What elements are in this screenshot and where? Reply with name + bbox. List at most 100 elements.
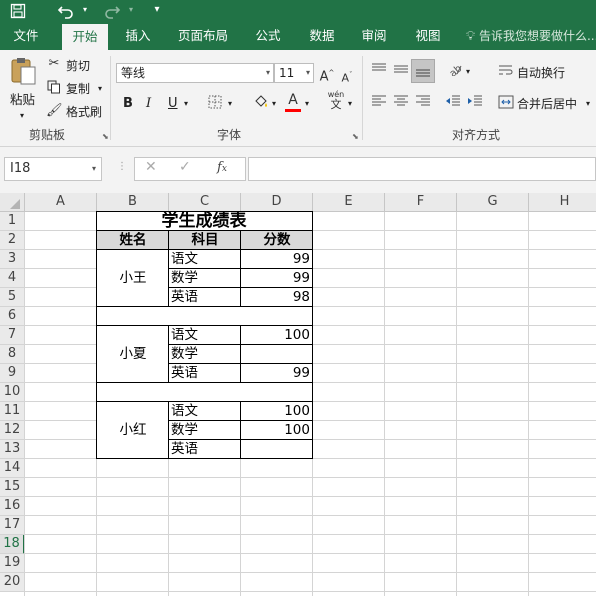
tab-insert[interactable]: 插入 [116,22,160,50]
borders-icon[interactable] [207,95,223,114]
row-header[interactable]: 15 [0,478,25,497]
cancel-icon[interactable]: ✕ [145,159,157,175]
select-all-corner[interactable] [0,193,25,212]
column-header[interactable]: H [529,193,596,212]
tab-view[interactable]: 视图 [406,22,450,50]
subject-cell[interactable]: 语文 [171,326,241,345]
subject-cell[interactable]: 语文 [171,402,241,421]
wrap-text-button[interactable]: 自动换行 [517,65,565,81]
row-header[interactable]: 3 [0,250,25,269]
row-header[interactable]: 14 [0,459,25,478]
copy-button[interactable]: 复制 [66,81,90,97]
score-cell[interactable] [241,345,312,364]
column-header[interactable]: G [457,193,529,212]
formula-input[interactable] [248,157,596,181]
score-cell[interactable]: 99 [241,364,312,383]
score-cell[interactable]: 100 [241,326,312,345]
row-header[interactable]: 6 [0,307,25,326]
merge-dropdown-icon[interactable]: ▾ [586,96,590,112]
paste-icon[interactable] [8,56,38,88]
subject-cell[interactable]: 数学 [171,345,241,364]
align-left-icon[interactable] [369,94,389,113]
score-cell[interactable]: 100 [241,421,312,440]
name-box[interactable]: I18 ▾ [4,157,102,181]
underline-dropdown-icon[interactable]: ▾ [184,96,188,112]
column-header[interactable]: B [97,193,169,212]
tab-formulas[interactable]: 公式 [246,22,290,50]
column-header[interactable]: E [313,193,385,212]
align-center-icon[interactable] [391,94,411,113]
header-name[interactable]: 姓名 [97,231,169,250]
column-header[interactable]: C [169,193,241,212]
subject-cell[interactable]: 英语 [171,440,241,459]
customize-qat-icon[interactable]: ▾ [150,0,164,22]
score-cell[interactable]: 100 [241,402,312,421]
row-header[interactable]: 11 [0,402,25,421]
font-size-combo[interactable]: 11 ▾ [274,63,314,83]
font-color-icon[interactable]: A [285,92,301,108]
score-cell[interactable]: 99 [241,269,312,288]
row-header[interactable]: 13 [0,440,25,459]
copy-dropdown-icon[interactable]: ▾ [98,81,102,97]
row-header[interactable]: 19 [0,554,25,573]
clipboard-launcher-icon[interactable]: ⬊ [102,132,109,141]
cut-button[interactable]: 剪切 [66,58,90,74]
sheet-title[interactable]: 学生成绩表 [96,212,312,231]
align-top-icon[interactable] [369,62,389,81]
worksheet-grid[interactable]: ABCDEFGH 1 2 3 4 5 6 7 8 9 10 11 12 13 14 15 16 17 18 19 20… [0,193,596,596]
underline-button[interactable]: U [168,96,178,112]
subject-cell[interactable]: 数学 [171,269,241,288]
row-header[interactable]: 7 [0,326,25,345]
orientation-dropdown-icon[interactable]: ▾ [466,64,470,80]
font-name-combo[interactable]: 等线 ▾ [116,63,274,83]
borders-dropdown-icon[interactable]: ▾ [228,96,232,112]
row-header[interactable]: 4 [0,269,25,288]
row-header[interactable]: 17 [0,516,25,535]
tab-review[interactable]: 审阅 [352,22,396,50]
orientation-icon[interactable]: ab [446,62,465,81]
tab-home[interactable]: 开始 [62,24,108,50]
paste-button[interactable]: 粘贴 [10,92,35,108]
insert-function-icon[interactable]: fx [217,160,227,175]
student-name[interactable]: 小红 [97,421,169,440]
decrease-indent-icon[interactable] [443,94,463,113]
font-launcher-icon[interactable]: ⬊ [352,132,359,141]
row-header[interactable]: 2 [0,231,25,250]
score-cell[interactable]: 98 [241,288,312,307]
splitter-dots-icon[interactable]: ⋮ [117,161,127,172]
paste-dropdown-icon[interactable]: ▾ [20,108,24,124]
row-header[interactable]: 18 [0,535,25,554]
subject-cell[interactable]: 英语 [171,288,241,307]
subject-cell[interactable]: 语文 [171,250,241,269]
row-header[interactable]: 1 [0,212,25,231]
redo-dropdown-icon[interactable]: ▾ [126,0,136,22]
align-right-icon[interactable] [413,94,433,113]
student-name[interactable]: 小王 [97,269,169,288]
column-header[interactable]: F [385,193,457,212]
row-header[interactable]: 16 [0,497,25,516]
row-header[interactable]: 10 [0,383,25,402]
tab-data[interactable]: 数据 [300,22,344,50]
tab-file[interactable]: 文件 [0,22,52,50]
subject-cell[interactable]: 数学 [171,421,241,440]
header-score[interactable]: 分数 [241,231,313,250]
undo-icon[interactable] [56,0,76,22]
score-cell[interactable] [241,440,312,459]
redo-icon[interactable] [102,0,122,22]
format-painter-button[interactable]: 格式刷 [66,104,102,120]
tell-me-box[interactable]: 💡︎ 告诉我您想要做什么... [466,22,596,50]
enter-check-icon[interactable]: ✓ [179,159,191,175]
row-header[interactable]: 20 [0,573,25,592]
fill-color-icon[interactable] [252,94,270,115]
undo-dropdown-icon[interactable]: ▾ [80,0,90,22]
increase-indent-icon[interactable] [465,94,485,113]
column-header[interactable]: A [25,193,97,212]
save-icon[interactable] [8,0,28,22]
score-cell[interactable]: 99 [241,250,312,269]
row-header[interactable]: 9 [0,364,25,383]
merge-center-button[interactable]: 合并后居中 [517,96,577,112]
align-bottom-icon[interactable] [411,59,435,83]
column-header[interactable]: D [241,193,313,212]
increase-font-size-icon[interactable]: A^ [319,65,335,85]
bold-button[interactable]: B [123,96,133,112]
